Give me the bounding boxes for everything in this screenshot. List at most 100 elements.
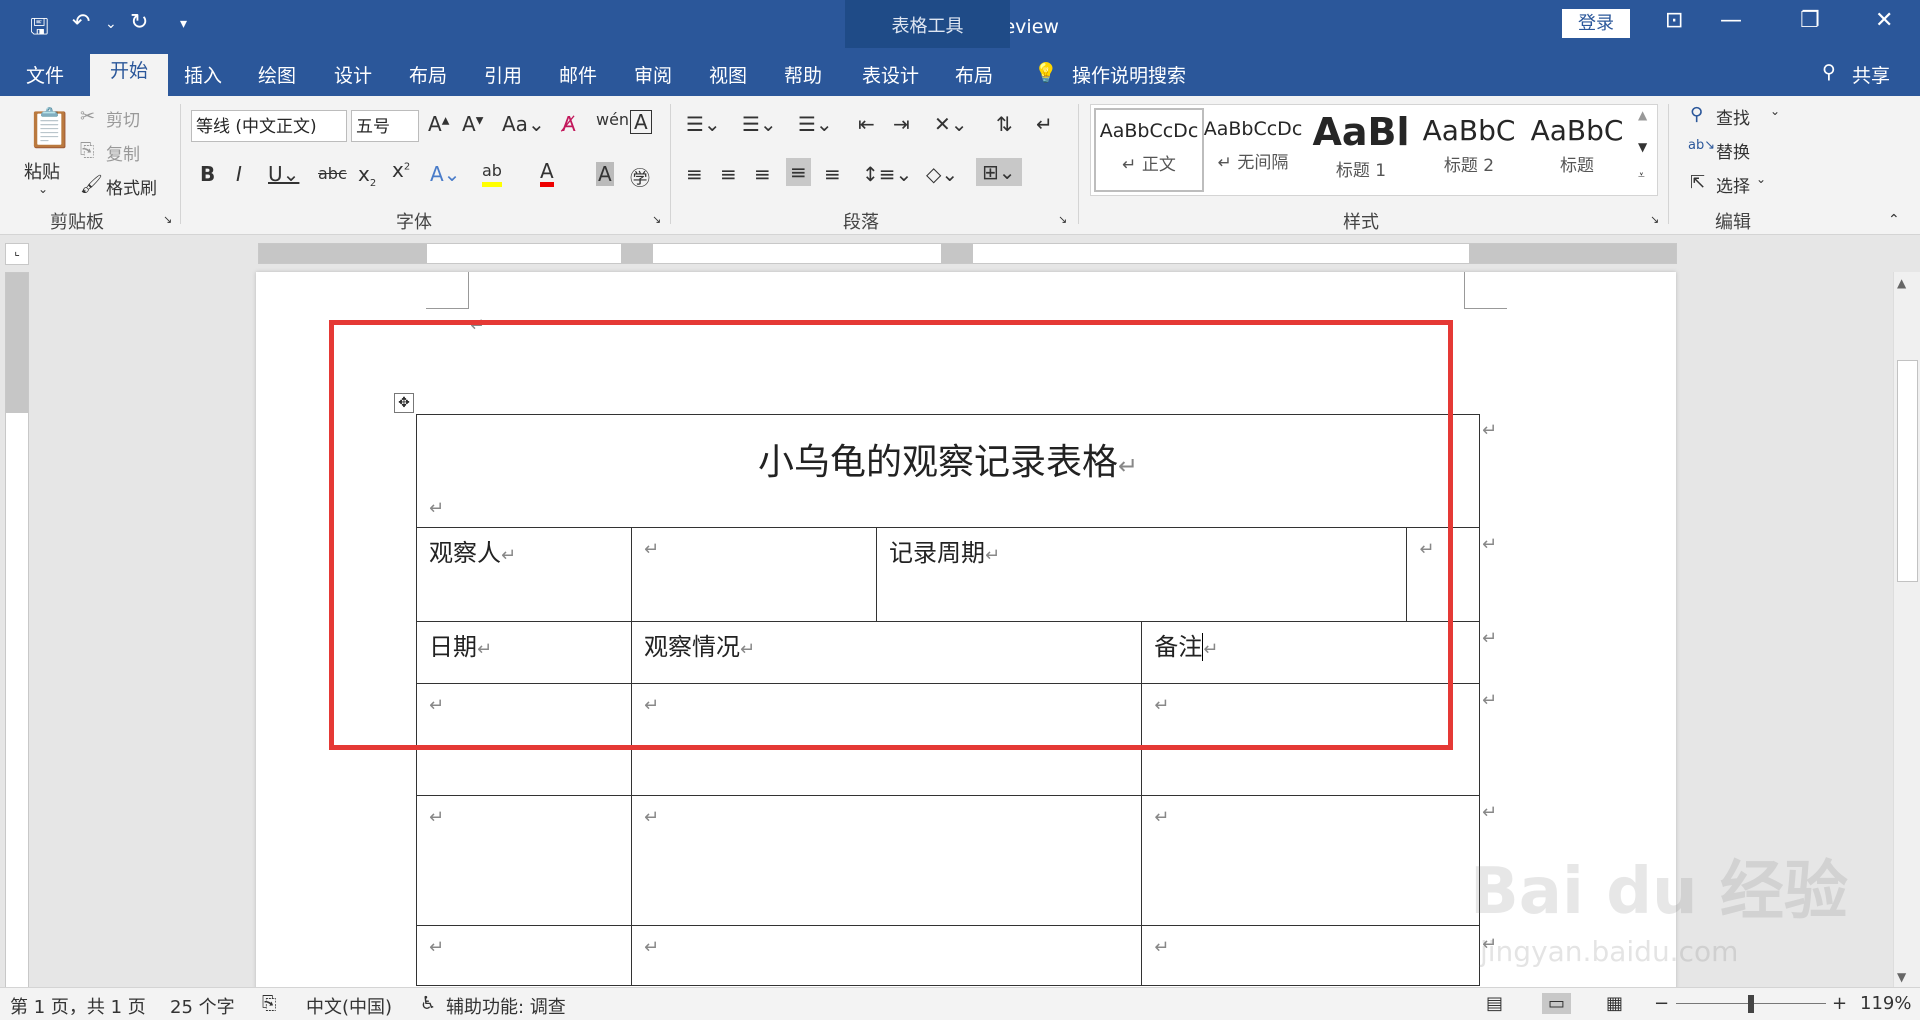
replace-button[interactable]: 替换: [1716, 138, 1750, 163]
tab-help[interactable]: 帮助: [784, 61, 822, 88]
tab-insert[interactable]: 插入: [184, 61, 222, 88]
highlight-icon[interactable]: ab: [482, 160, 502, 187]
paragraph-launcher-icon[interactable]: ↘: [1058, 213, 1067, 226]
table-cell[interactable]: ↵: [1141, 795, 1480, 926]
tab-review[interactable]: 审阅: [634, 61, 672, 88]
align-right-icon[interactable]: ≡: [754, 162, 771, 186]
tab-table-layout[interactable]: 布局: [955, 61, 993, 88]
align-center-icon[interactable]: ≡: [720, 162, 737, 186]
character-shading-icon[interactable]: A: [596, 162, 614, 186]
align-left-icon[interactable]: ≡: [686, 162, 703, 186]
italic-icon[interactable]: I: [236, 162, 242, 186]
underline-icon[interactable]: U⌄: [268, 162, 299, 186]
character-border-icon[interactable]: A: [630, 110, 652, 134]
scroll-up-icon[interactable]: ▲: [1897, 276, 1906, 290]
enclose-characters-icon[interactable]: ㊫: [630, 162, 650, 191]
tab-view[interactable]: 视图: [709, 61, 747, 88]
tell-me-search[interactable]: 操作说明搜索: [1072, 61, 1186, 88]
scroll-down-icon[interactable]: ▼: [1897, 970, 1906, 984]
style-heading-2[interactable]: AaBbC 标题 2: [1416, 108, 1522, 188]
superscript-icon[interactable]: x2: [392, 158, 410, 182]
zoom-out-icon[interactable]: −: [1654, 993, 1669, 1014]
tab-home[interactable]: 开始: [90, 54, 169, 96]
proofing-icon[interactable]: ⎘: [262, 993, 276, 1014]
show-marks-icon[interactable]: ↵: [1036, 112, 1053, 136]
tab-file[interactable]: 文件: [26, 61, 64, 88]
table-cell[interactable]: ↵: [630, 925, 1143, 986]
read-mode-icon[interactable]: ▤: [1486, 993, 1503, 1014]
styles-scroll-down-icon[interactable]: ▼: [1638, 140, 1647, 154]
font-color-icon[interactable]: A: [540, 160, 554, 187]
tab-mailings[interactable]: 邮件: [559, 61, 597, 88]
styles-more-icon[interactable]: ⩡: [1638, 168, 1645, 183]
language-status[interactable]: 中文(中国): [306, 993, 392, 1019]
style-title[interactable]: AaBbC 标题: [1524, 108, 1630, 188]
increase-indent-icon[interactable]: ⇥: [893, 112, 910, 136]
cut-button[interactable]: 剪切: [106, 106, 140, 131]
minimize-icon[interactable]: —: [1720, 8, 1742, 33]
decrease-indent-icon[interactable]: ⇤: [858, 112, 875, 136]
strikethrough-icon[interactable]: abc: [318, 164, 347, 183]
horizontal-ruler[interactable]: [258, 243, 1677, 264]
accessibility-status[interactable]: 辅助功能: 调查: [446, 993, 566, 1019]
table-cell[interactable]: ↵: [416, 925, 632, 986]
tab-design[interactable]: 设计: [334, 61, 372, 88]
find-button[interactable]: 查找: [1716, 104, 1750, 129]
style-normal[interactable]: AaBbCcDc ↵ 正文: [1094, 108, 1204, 192]
phonetic-guide-icon[interactable]: wén: [596, 110, 629, 129]
grow-font-icon[interactable]: A▲: [428, 112, 449, 136]
share-icon[interactable]: ⚲: [1822, 61, 1836, 83]
tab-draw[interactable]: 绘图: [258, 61, 296, 88]
table-cell[interactable]: ↵: [416, 795, 632, 926]
asian-layout-icon[interactable]: ✕⌄: [934, 112, 968, 136]
web-layout-icon[interactable]: ▦: [1606, 993, 1623, 1014]
sort-icon[interactable]: ⇅: [996, 112, 1013, 136]
paste-icon[interactable]: 📋: [26, 106, 73, 151]
print-layout-icon[interactable]: ▭: [1542, 993, 1572, 1014]
paste-button[interactable]: 粘贴: [24, 158, 60, 184]
subscript-icon[interactable]: x2: [358, 162, 376, 189]
vertical-ruler[interactable]: [5, 272, 29, 994]
format-painter-button[interactable]: 格式刷: [106, 174, 157, 199]
paste-dropdown-icon[interactable]: ⌄: [38, 182, 48, 196]
table-cell[interactable]: ↵: [630, 795, 1143, 926]
styles-launcher-icon[interactable]: ↘: [1650, 213, 1659, 226]
text-effects-icon[interactable]: A⌄: [430, 162, 460, 186]
styles-scroll-up-icon[interactable]: ▲: [1638, 108, 1647, 122]
bold-icon[interactable]: B: [200, 162, 215, 186]
line-spacing-icon[interactable]: ↕≡⌄: [862, 162, 912, 186]
tab-references[interactable]: 引用: [484, 61, 522, 88]
tab-layout[interactable]: 布局: [409, 61, 447, 88]
word-count[interactable]: 25 个字: [170, 993, 235, 1019]
shading-icon[interactable]: ◇⌄: [926, 162, 958, 186]
style-heading-1[interactable]: AaBl 标题 1: [1308, 108, 1414, 188]
distributed-icon[interactable]: ≡: [824, 162, 841, 186]
select-dropdown-icon[interactable]: ⌄: [1756, 172, 1766, 186]
zoom-level[interactable]: 119%: [1860, 993, 1911, 1014]
bullets-icon[interactable]: ☰⌄: [686, 112, 721, 136]
restore-icon[interactable]: ❐: [1800, 8, 1820, 33]
font-size-dropdown[interactable]: 五号: [351, 110, 419, 142]
clear-formatting-icon[interactable]: A̸: [562, 112, 576, 136]
select-button[interactable]: 选择: [1716, 172, 1750, 197]
page-count[interactable]: 第 1 页，共 1 页: [10, 993, 146, 1019]
zoom-slider-thumb[interactable]: [1748, 995, 1754, 1013]
ruler-column-marker[interactable]: [621, 244, 653, 263]
tab-table-design[interactable]: 表设计: [862, 61, 919, 88]
find-dropdown-icon[interactable]: ⌄: [1770, 104, 1780, 118]
style-no-spacing[interactable]: AaBbCcDc ↵ 无间隔: [1200, 108, 1306, 188]
scroll-thumb[interactable]: [1897, 360, 1918, 582]
ruler-column-marker[interactable]: [941, 244, 973, 263]
font-launcher-icon[interactable]: ↘: [652, 213, 661, 226]
change-case-icon[interactable]: Aa⌄: [502, 112, 545, 136]
tab-selector-icon[interactable]: ⌞: [5, 243, 29, 265]
shrink-font-icon[interactable]: A▼: [462, 112, 483, 136]
share-button[interactable]: 共享: [1852, 61, 1890, 88]
multilevel-list-icon[interactable]: ☰⌄: [798, 112, 833, 136]
collapse-ribbon-icon[interactable]: ⌃: [1888, 212, 1900, 228]
clipboard-launcher-icon[interactable]: ↘: [163, 213, 172, 226]
zoom-in-icon[interactable]: +: [1832, 993, 1847, 1014]
ribbon-display-icon[interactable]: ⊡: [1665, 8, 1683, 33]
justify-icon[interactable]: ≡: [786, 158, 811, 186]
numbering-icon[interactable]: ☰⌄: [742, 112, 777, 136]
